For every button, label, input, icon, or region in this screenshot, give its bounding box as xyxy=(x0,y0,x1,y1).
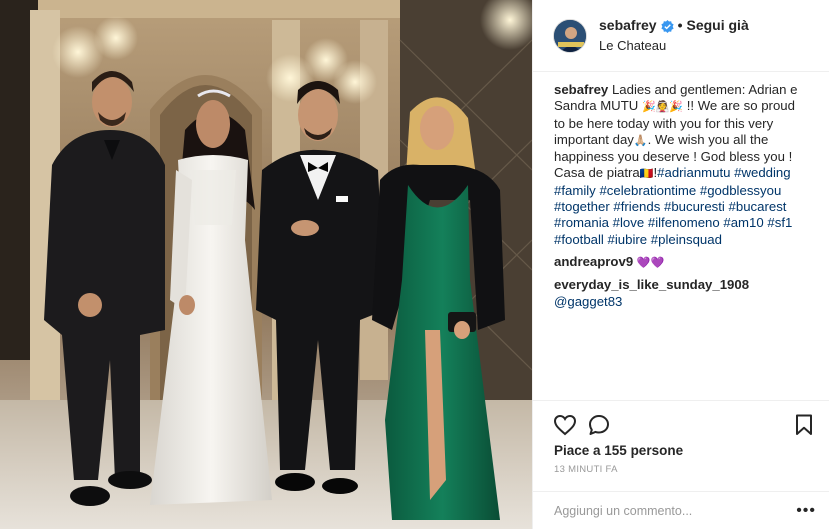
hashtag[interactable]: #godblessyou xyxy=(700,183,781,198)
post-sidebar: sebafrey • Segui già Le Chateau sebafrey… xyxy=(532,0,829,529)
likes-count[interactable]: Piace a 155 persone xyxy=(533,439,829,458)
hashtag[interactable]: #celebrationtime xyxy=(599,183,696,198)
caption-text-2a: Sandra MUTU xyxy=(554,98,642,114)
caption-text-2b: !! We are so proud xyxy=(683,98,795,114)
hashtag[interactable]: #pleinsquad xyxy=(651,232,722,247)
caption-text-6a: Casa de piatra xyxy=(554,165,640,181)
hashtag[interactable]: #love xyxy=(613,215,645,230)
caption-author[interactable]: sebafrey xyxy=(554,82,608,97)
heart-icon[interactable] xyxy=(553,413,577,437)
post-header: sebafrey • Segui già Le Chateau xyxy=(533,0,829,72)
hashtag[interactable]: #bucuresti xyxy=(664,199,725,214)
hashtag[interactable]: #family xyxy=(554,183,596,198)
header-separator: • xyxy=(677,17,683,33)
caption-text-4a: important day xyxy=(554,131,634,147)
comments-list: sebafrey Ladies and gentlemen: Adrian e … xyxy=(533,72,829,342)
more-options-icon[interactable]: ••• xyxy=(796,502,816,520)
comment-mention[interactable]: @gagget83 xyxy=(554,294,622,309)
comment-input[interactable] xyxy=(554,503,797,518)
wedding-group-photo xyxy=(0,0,532,529)
bookmark-icon[interactable] xyxy=(792,413,816,437)
comment-item: andreaprov9 💜💜 xyxy=(554,254,813,271)
action-icons xyxy=(533,401,829,439)
hashtag[interactable]: #am10 xyxy=(723,215,763,230)
header-line: sebafrey • Segui già xyxy=(599,16,749,34)
hashtag[interactable]: #football xyxy=(554,232,604,247)
avatar-image xyxy=(554,19,586,52)
post-location[interactable]: Le Chateau xyxy=(599,37,749,55)
hashtag[interactable]: #wedding xyxy=(734,165,790,180)
comment-text: 💜💜 xyxy=(636,256,665,269)
hashtag[interactable]: #romania xyxy=(554,215,609,230)
header-text: sebafrey • Segui già Le Chateau xyxy=(599,16,749,55)
pray-emoji: 🙏🏼 xyxy=(633,134,648,147)
post-photo[interactable] xyxy=(0,0,532,529)
party-emoji: 🎉👰🎉 xyxy=(641,101,684,114)
caption-text-4b: . We wish you all the xyxy=(647,131,769,147)
add-comment-bar: ••• xyxy=(533,491,829,529)
author-username[interactable]: sebafrey xyxy=(599,16,657,34)
hashtag[interactable]: #adrianmutu xyxy=(657,165,730,180)
instagram-post: sebafrey • Segui già Le Chateau sebafrey… xyxy=(0,0,829,529)
hashtag[interactable]: #iubire xyxy=(608,232,648,247)
hashtag[interactable]: #together xyxy=(554,199,610,214)
caption-text-3: to be here today with you for this very xyxy=(554,115,774,131)
comment-author[interactable]: everyday_is_like_sunday_1908 xyxy=(554,277,749,292)
post-actions: Piace a 155 persone 13 minuti fa ••• xyxy=(533,400,829,529)
post-caption: sebafrey Ladies and gentlemen: Adrian e … xyxy=(554,82,813,248)
caption-text-1: Ladies and gentlemen: Adrian e xyxy=(611,82,798,97)
post-timestamp[interactable]: 13 minuti fa xyxy=(533,458,829,475)
comment-bubble-icon[interactable] xyxy=(587,413,611,437)
hashtag[interactable]: #ilfenomeno xyxy=(648,215,720,230)
comment-item: everyday_is_like_sunday_1908 @gagget83 xyxy=(554,277,813,310)
flag-emoji: 🇷🇴 xyxy=(639,168,654,181)
hashtag[interactable]: #sf1 xyxy=(767,215,792,230)
verified-badge-icon xyxy=(660,19,674,33)
caption-text-5: happiness you deserve ! God bless you ! xyxy=(554,149,793,165)
comment-author[interactable]: andreaprov9 xyxy=(554,254,633,269)
hashtag[interactable]: #friends xyxy=(613,199,660,214)
hashtag[interactable]: #bucarest xyxy=(729,199,787,214)
follow-button[interactable]: Segui già xyxy=(687,16,749,34)
author-avatar[interactable] xyxy=(553,18,587,53)
